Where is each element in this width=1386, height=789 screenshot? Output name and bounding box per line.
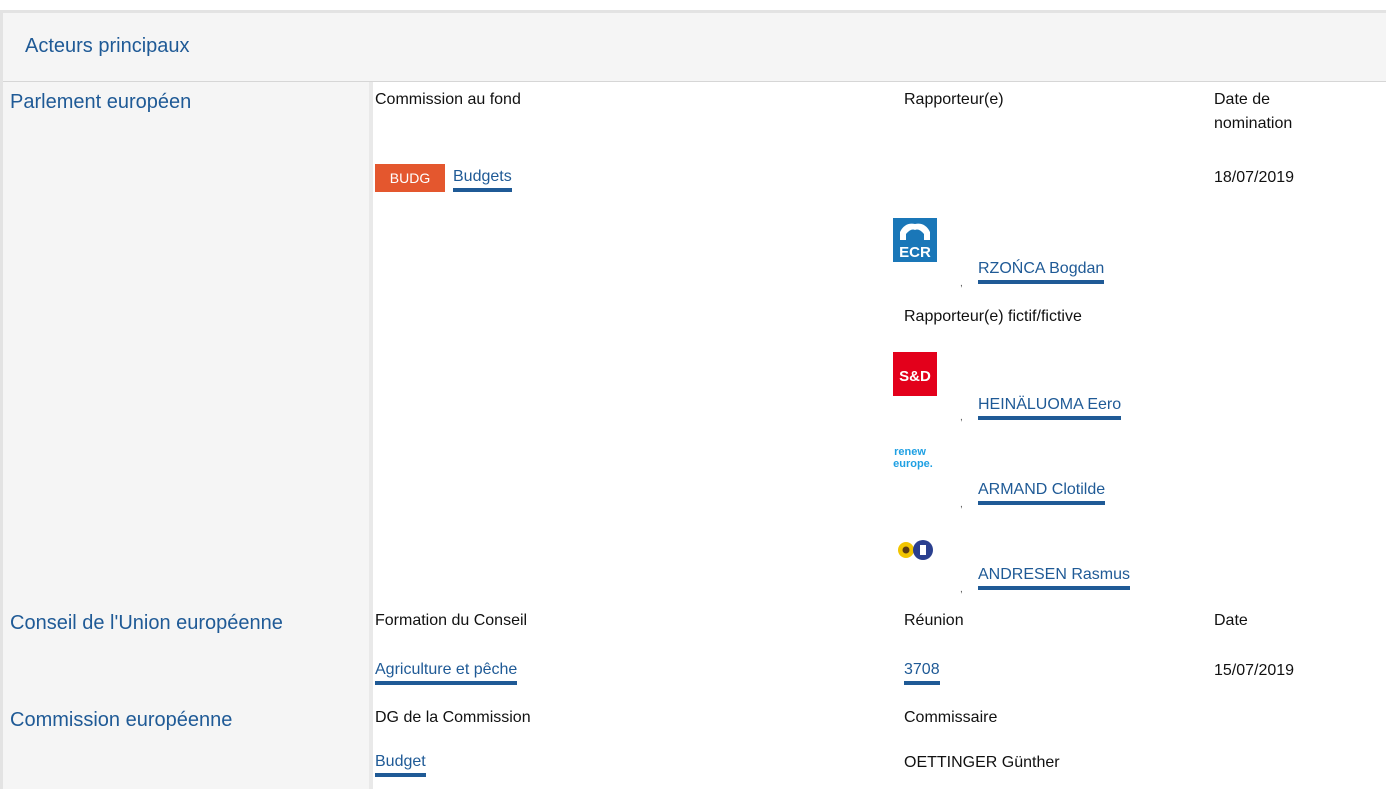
commissioner-name: OETTINGER Günther — [904, 754, 1060, 771]
ecr-logo-icon: ECR — [893, 218, 937, 262]
committee-link[interactable]: Budgets — [453, 166, 512, 192]
shadow-rapporteur-link[interactable]: HEINÄLUOMA Eero — [978, 394, 1122, 420]
shadow-rapporteur-label: Rapporteur(e) fictif/fictive — [904, 308, 1082, 325]
sd-logo-icon: S&D — [893, 352, 937, 396]
svg-text:europe.: europe. — [893, 458, 933, 470]
section-title: Acteurs principaux — [25, 35, 190, 57]
svg-text:renew: renew — [894, 446, 926, 458]
header-date: Date — [1214, 612, 1248, 629]
separator-dot: , — [960, 412, 963, 423]
committee-badge: BUDG — [375, 164, 445, 192]
institution-council: Conseil de l'Union européenne — [10, 612, 283, 634]
header-appointment-date: Date de nomination — [1214, 91, 1293, 132]
shadow-rapporteur-link[interactable]: ANDRESEN Rasmus — [978, 564, 1131, 590]
greens-efa-logo-icon — [898, 540, 933, 560]
separator-dot: , — [960, 278, 963, 289]
rapporteur-link[interactable]: RZOŃCA Bogdan — [978, 258, 1105, 284]
header-committee: Commission au fond — [375, 91, 521, 108]
svg-text:S&D: S&D — [899, 368, 931, 385]
institution-commission: Commission européenne — [10, 709, 233, 731]
column-separator — [369, 82, 373, 789]
institution-parliament: Parlement européen — [10, 91, 192, 113]
svg-text:ECR: ECR — [899, 244, 931, 261]
header-commission-dg: DG de la Commission — [375, 709, 531, 726]
renew-europe-logo-icon: renew europe. — [893, 436, 937, 480]
header-commissioner: Commissaire — [904, 709, 998, 726]
header-council-formation: Formation du Conseil — [375, 612, 528, 629]
separator-dot: , — [960, 499, 963, 510]
appointment-date: 18/07/2019 — [1214, 169, 1295, 186]
separator-dot: , — [960, 584, 963, 595]
council-date: 15/07/2019 — [1214, 662, 1295, 679]
council-formation-link[interactable]: Agriculture et pêche — [375, 659, 518, 685]
shadow-rapporteur-link[interactable]: ARMAND Clotilde — [978, 479, 1106, 505]
header-rapporteur: Rapporteur(e) — [904, 91, 1004, 108]
institution-column — [3, 82, 369, 789]
commission-dg-link[interactable]: Budget — [375, 751, 426, 777]
meeting-link[interactable]: 3708 — [904, 659, 940, 685]
header-meeting: Réunion — [904, 612, 964, 629]
section-header: Acteurs principaux — [3, 13, 1386, 82]
